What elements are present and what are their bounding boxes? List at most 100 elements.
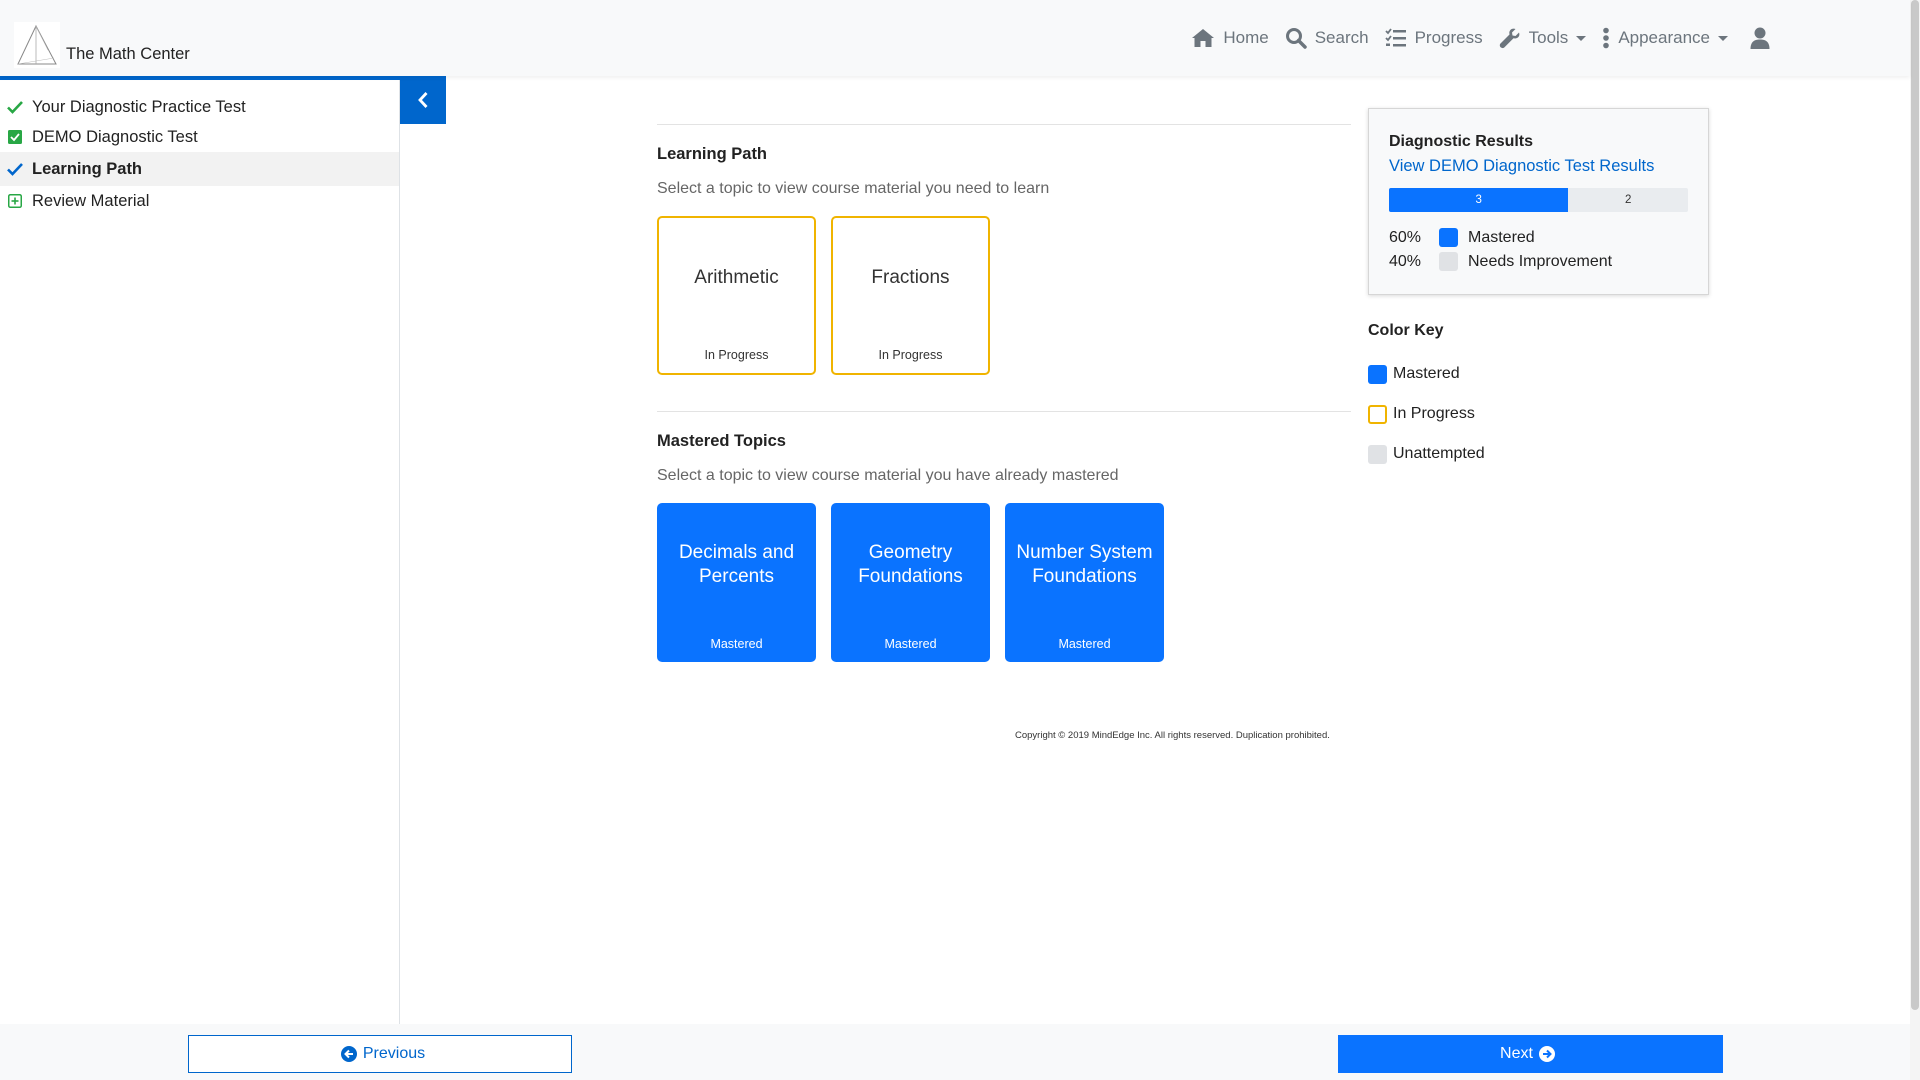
copyright-notice: Copyright © 2019 MindEdge Inc. All right…: [1015, 730, 1330, 741]
progress-segment-mastered: 3: [1389, 188, 1569, 212]
needs-improvement-label: Needs Improvement: [1468, 252, 1613, 270]
main-content: Learning Path Select a topic to view cou…: [657, 76, 1357, 662]
results-row-mastered: 60% Mastered: [1389, 228, 1535, 247]
needs-improvement-swatch: [1439, 252, 1458, 271]
mastered-swatch: [1439, 228, 1458, 247]
nav-home-label: Home: [1223, 28, 1269, 47]
arrow-circle-left-icon: [340, 1046, 357, 1062]
user-icon: [1750, 27, 1770, 49]
nav-tools-label: Tools: [1528, 28, 1569, 47]
sidebar-accent-bar: [0, 76, 400, 80]
nav-tools-dropdown[interactable]: Tools: [1499, 27, 1587, 49]
color-key-in-progress: In Progress: [1368, 394, 1485, 434]
check-icon: [7, 99, 23, 115]
brand-name: The Math Center: [66, 45, 190, 63]
learning-path-tiles: Arithmetic In Progress Fractions In Prog…: [657, 216, 1357, 375]
plus-square-icon: [7, 193, 23, 209]
topic-status: Mastered: [1058, 637, 1111, 651]
progress-segment-needs-improvement: 2: [1624, 194, 1632, 206]
mastered-label: Mastered: [1468, 228, 1535, 246]
toc-item-diagnostic-practice-test[interactable]: Your Diagnostic Practice Test: [0, 92, 399, 122]
in-progress-swatch: [1368, 404, 1387, 424]
page-scrollbar[interactable]: [1910, 0, 1920, 1080]
search-icon: [1285, 28, 1307, 49]
learning-path-subtitle: Select a topic to view course material y…: [657, 180, 1050, 197]
mastered-topics-subtitle: Select a topic to view course material y…: [657, 467, 1119, 484]
color-key-title: Color Key: [1368, 322, 1444, 339]
topic-name: Number System Foundations: [1016, 542, 1153, 587]
toc-item-demo-diagnostic-test[interactable]: DEMO Diagnostic Test: [0, 122, 399, 152]
toc-item-label: Learning Path: [32, 159, 143, 178]
nav-home[interactable]: Home: [1191, 28, 1269, 48]
next-button[interactable]: Next: [1338, 1035, 1723, 1073]
toc-item-review-material[interactable]: Review Material: [0, 186, 399, 216]
toc-list: Your Diagnostic Practice Test DEMO Diagn…: [0, 92, 399, 216]
previous-button[interactable]: Previous: [188, 1035, 572, 1073]
topic-tile-arithmetic[interactable]: Arithmetic In Progress: [657, 216, 816, 375]
vertical-ellipsis-icon: [1603, 27, 1610, 49]
topic-tile-geometry-foundations[interactable]: Geometry Foundations Mastered: [831, 503, 990, 662]
needs-improvement-percent: 40%: [1389, 252, 1422, 270]
results-progress-bar: 3 2: [1389, 188, 1688, 212]
mastered-swatch: [1368, 364, 1387, 384]
mastered-topics-title: Mastered Topics: [657, 432, 786, 450]
nav-user-account[interactable]: [1750, 27, 1770, 49]
mastered-tiles: Decimals and Percents Mastered Geometry …: [657, 503, 1357, 662]
divider: [657, 411, 1351, 412]
topic-tile-number-system-foundations[interactable]: Number System Foundations Mastered: [1005, 503, 1164, 662]
nav-search[interactable]: Search: [1285, 27, 1369, 49]
topic-name: Fractions: [871, 267, 950, 288]
topic-name: Arithmetic: [694, 267, 779, 288]
color-key-mastered: Mastered: [1368, 354, 1485, 394]
chevron-left-icon: [418, 92, 428, 108]
toc-item-label: Your Diagnostic Practice Test: [32, 97, 246, 116]
top-navbar: The Math Center Home Search Progress Too…: [0, 0, 1910, 76]
unattempted-swatch: [1368, 444, 1387, 464]
topic-name: Decimals and Percents: [678, 542, 795, 587]
brand-link[interactable]: The Math Center: [14, 18, 190, 68]
topic-tile-fractions[interactable]: Fractions In Progress: [831, 216, 990, 375]
color-key-label: Mastered: [1393, 365, 1460, 382]
home-icon: [1192, 29, 1215, 47]
color-key-label: In Progress: [1393, 405, 1475, 422]
topic-status: In Progress: [878, 348, 943, 362]
footer-nav: Previous Next: [0, 1024, 1910, 1080]
nav-appearance-label: Appearance: [1618, 28, 1710, 47]
color-key-label: Unattempted: [1393, 445, 1485, 462]
nav-progress[interactable]: Progress: [1384, 28, 1483, 48]
learning-path-title: Learning Path: [657, 145, 768, 163]
diagnostic-results-card: Diagnostic Results View DEMO Diagnostic …: [1368, 108, 1709, 295]
nav-appearance-dropdown[interactable]: Appearance: [1602, 27, 1728, 49]
scrollbar-thumb[interactable]: [1911, 0, 1919, 1010]
arrow-circle-right-icon: [1538, 1046, 1555, 1062]
topic-status: In Progress: [704, 348, 769, 362]
nav-menu: Home Search Progress Tools Appearance: [1175, 0, 1770, 76]
toc-item-label: Review Material: [32, 191, 150, 210]
next-label: Next: [1500, 1045, 1533, 1062]
sidebar-toc: Your Diagnostic Practice Test DEMO Diagn…: [0, 76, 400, 1024]
color-key: Color Key Mastered In Progress Unattempt…: [1368, 322, 1485, 474]
nav-search-label: Search: [1314, 28, 1369, 47]
caret-down-icon: [1718, 35, 1728, 41]
topic-status: Mastered: [884, 637, 937, 651]
mastered-percent: 60%: [1389, 228, 1422, 246]
wrench-icon: [1499, 28, 1520, 49]
results-row-needs-improvement: 40% Needs Improvement: [1389, 252, 1612, 271]
toc-item-learning-path[interactable]: Learning Path: [0, 152, 399, 186]
triangle-logo-icon: [14, 22, 60, 68]
previous-label: Previous: [362, 1045, 426, 1062]
nav-progress-label: Progress: [1414, 28, 1483, 47]
topic-name: Geometry Foundations: [858, 542, 963, 587]
list-check-icon: [1384, 28, 1406, 47]
topic-status: Mastered: [710, 637, 763, 651]
divider: [657, 124, 1351, 125]
toc-item-label: DEMO Diagnostic Test: [32, 127, 198, 146]
view-diagnostic-results-link[interactable]: View DEMO Diagnostic Test Results: [1389, 157, 1654, 176]
check-square-icon: [7, 129, 23, 145]
caret-down-icon: [1576, 35, 1587, 41]
topic-tile-decimals-and-percents[interactable]: Decimals and Percents Mastered: [657, 503, 816, 662]
diagnostic-results-title: Diagnostic Results: [1389, 133, 1534, 150]
check-icon: [7, 161, 23, 177]
color-key-unattempted: Unattempted: [1368, 434, 1485, 474]
collapse-sidebar-button[interactable]: [400, 76, 446, 124]
